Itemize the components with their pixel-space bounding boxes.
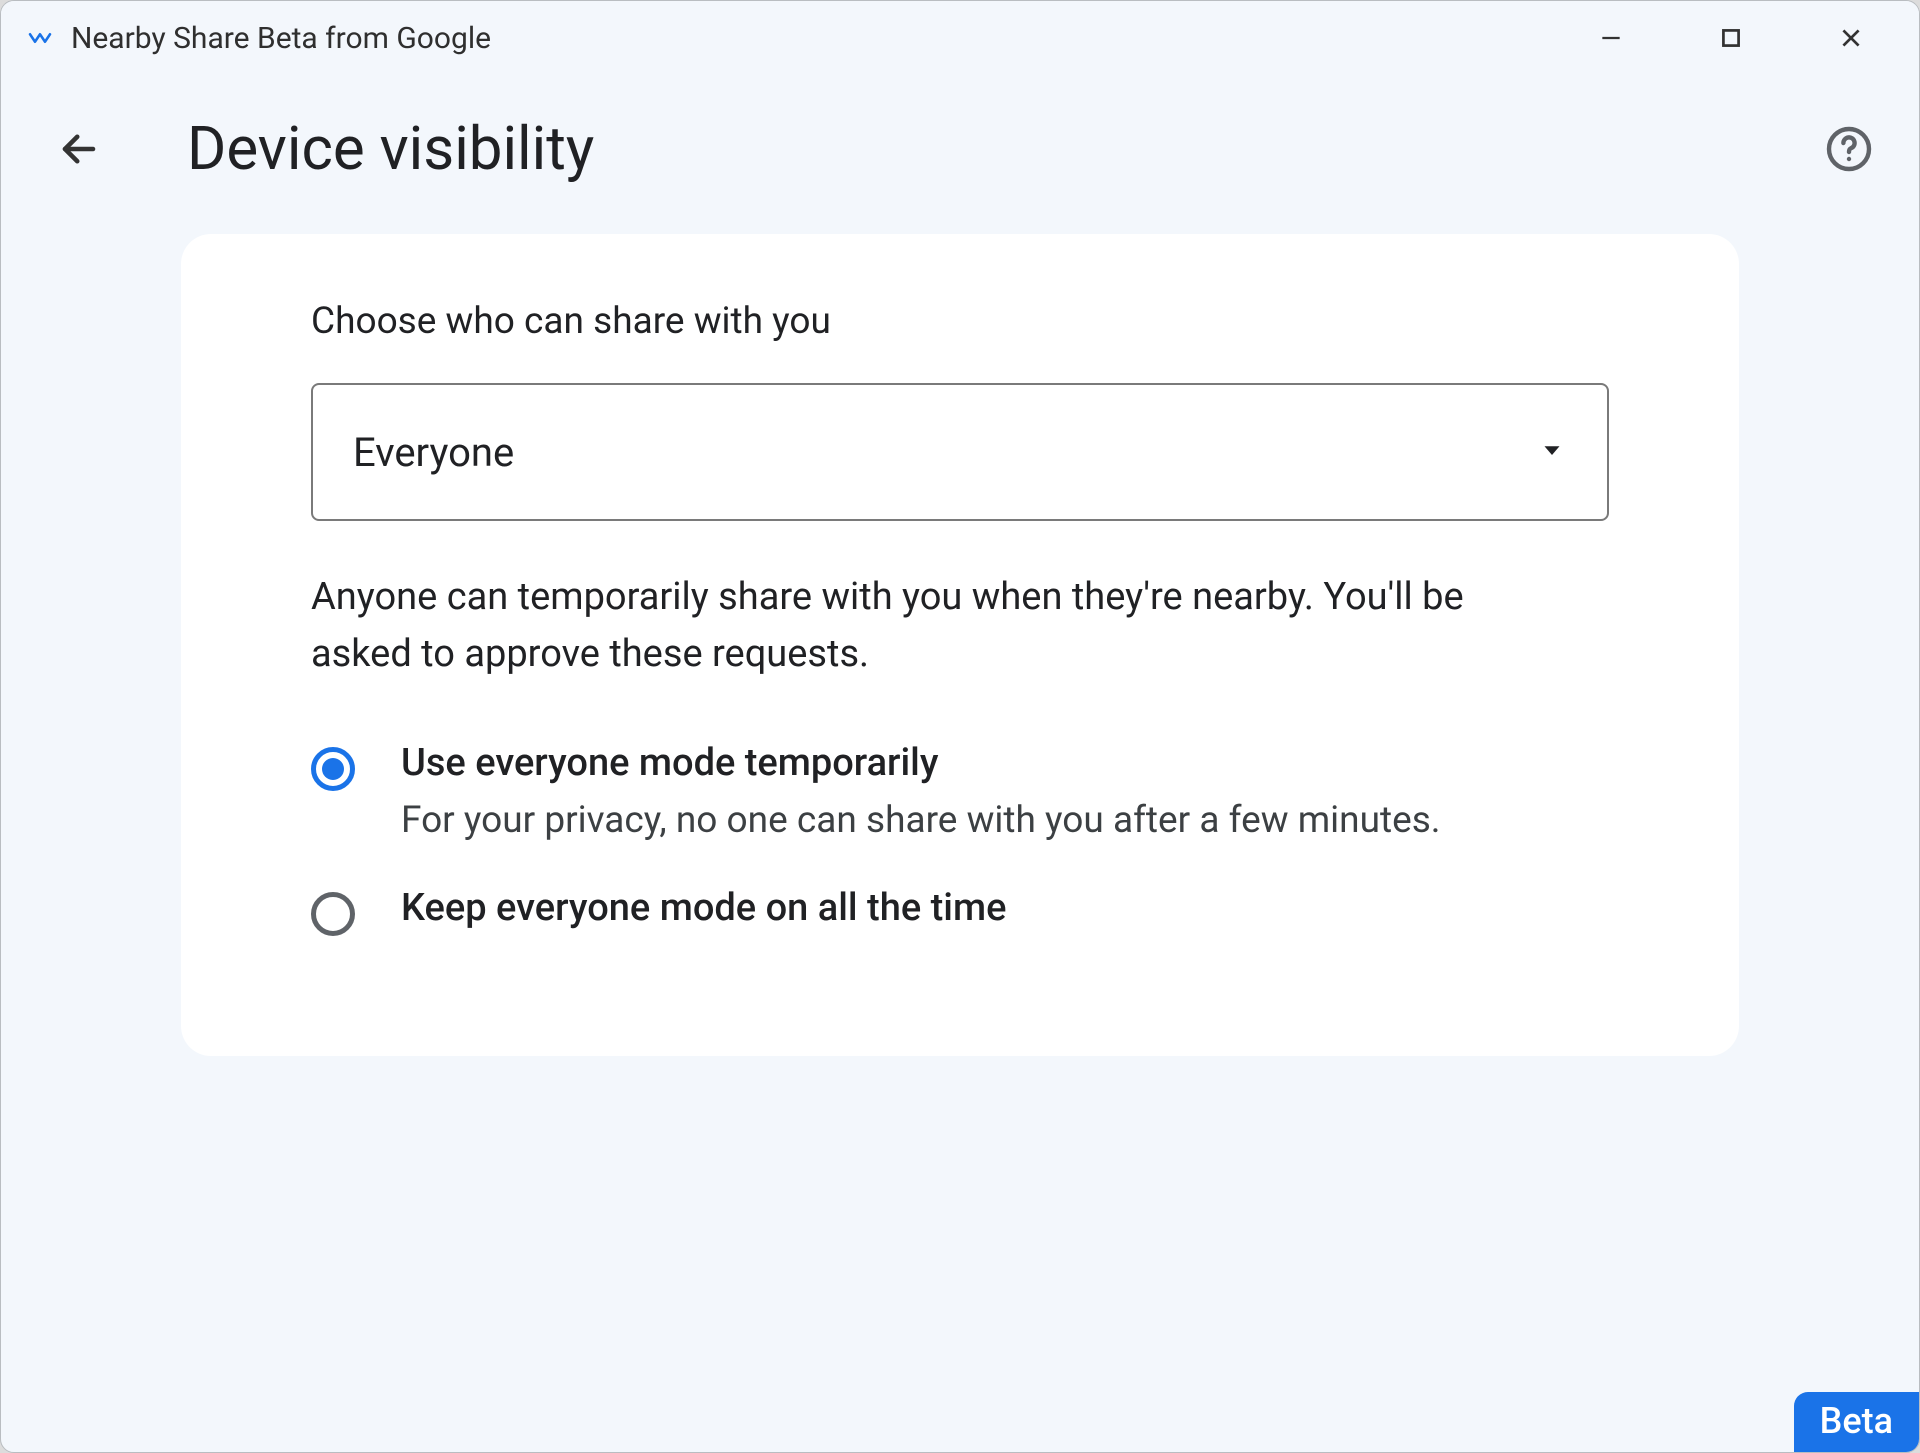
maximize-button[interactable] (1671, 2, 1791, 74)
radio-sublabel: For your privacy, no one can share with … (401, 799, 1441, 842)
dropdown-icon (1537, 435, 1567, 469)
radio-label: Keep everyone mode on all the time (401, 886, 1006, 930)
beta-badge: Beta (1794, 1392, 1919, 1452)
radio-indicator-icon (311, 892, 355, 936)
radio-always[interactable]: Keep everyone mode on all the time (311, 876, 1609, 970)
window-title: Nearby Share Beta from Google (71, 21, 491, 56)
titlebar: Nearby Share Beta from Google (1, 1, 1919, 75)
visibility-description: Anyone can temporarily share with you wh… (311, 569, 1541, 683)
visibility-select-value: Everyone (353, 429, 514, 476)
app-window: Nearby Share Beta from Google Device vis… (0, 0, 1920, 1453)
back-button[interactable] (51, 121, 107, 177)
minimize-button[interactable] (1551, 2, 1671, 74)
page-header: Device visibility (1, 75, 1919, 234)
radio-group: Use everyone mode temporarily For your p… (311, 731, 1609, 970)
section-label: Choose who can share with you (311, 300, 1609, 343)
page-title: Device visibility (187, 113, 1821, 184)
help-button[interactable] (1821, 121, 1877, 177)
radio-indicator-icon (311, 747, 355, 791)
radio-label: Use everyone mode temporarily (401, 741, 1441, 785)
close-button[interactable] (1791, 2, 1911, 74)
app-icon (25, 23, 55, 53)
radio-temporary[interactable]: Use everyone mode temporarily For your p… (311, 731, 1609, 876)
settings-card: Choose who can share with you Everyone A… (181, 234, 1739, 1056)
visibility-select[interactable]: Everyone (311, 383, 1609, 521)
